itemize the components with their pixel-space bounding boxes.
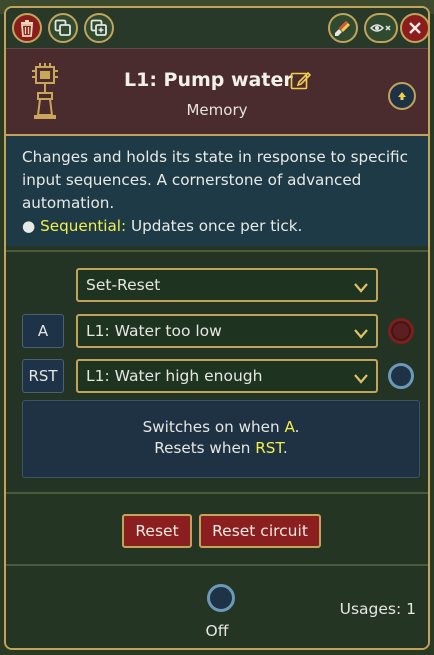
- port-rst-label: RST: [22, 359, 64, 393]
- input-a-dropdown[interactable]: L1: Water too low: [76, 314, 378, 348]
- delete-button[interactable]: [12, 13, 42, 43]
- trash-icon: [19, 19, 35, 37]
- input-a-indicator: [388, 318, 414, 344]
- paintbrush-icon: [334, 19, 352, 37]
- panel-header: L1: Pump water Memory: [6, 48, 428, 136]
- circuit-config: Set-Reset A L1: Water too low RST L1: Wa…: [6, 250, 428, 490]
- usages-count: Usages: 1: [339, 600, 416, 618]
- output-state-indicator: [207, 584, 235, 612]
- status-section: Off Usages: 1: [6, 564, 428, 648]
- port-a-label: A: [22, 314, 64, 348]
- copy-icon: [54, 19, 72, 37]
- info-line-1: Switches on when A.: [142, 418, 300, 436]
- chevron-down-icon: [354, 370, 368, 388]
- chevron-down-icon: [354, 325, 368, 343]
- sequential-description: Updates once per tick.: [130, 217, 303, 235]
- bullet: ●: [22, 217, 36, 235]
- duplicate-plus-icon: [90, 19, 108, 37]
- output-state-label: Off: [205, 622, 229, 640]
- duplicate-button[interactable]: [84, 13, 114, 43]
- info-line-2: Resets when RST.: [154, 439, 288, 457]
- visibility-button[interactable]: [364, 13, 398, 43]
- toolbar: [6, 8, 428, 48]
- input-rst-value: L1: Water high enough: [86, 367, 263, 385]
- close-x-icon: [408, 21, 422, 35]
- close-button[interactable]: [400, 13, 428, 43]
- copy-button[interactable]: [48, 13, 78, 43]
- description-text: Changes and holds its state in response …: [22, 148, 408, 212]
- actions-bar: Reset Reset circuit: [6, 492, 428, 562]
- arrow-up-icon: [396, 87, 408, 106]
- reset-circuit-button[interactable]: Reset circuit: [199, 514, 321, 548]
- input-rst-dropdown[interactable]: L1: Water high enough: [76, 359, 378, 393]
- sequential-tag: Sequential:: [40, 217, 127, 235]
- behavior-info-box: Switches on when A. Resets when RST.: [22, 400, 420, 478]
- page-subtitle: Memory: [186, 101, 248, 119]
- reset-button[interactable]: Reset: [122, 514, 192, 548]
- edit-pencil-icon[interactable]: [290, 69, 312, 95]
- input-rst-indicator: [388, 363, 414, 389]
- page-title: L1: Pump water: [124, 69, 293, 91]
- eye-x-icon: [370, 21, 392, 35]
- building-panel: L1: Pump water Memory Changes and holds …: [4, 6, 430, 650]
- collapse-description-button[interactable]: [388, 82, 416, 110]
- mode-dropdown[interactable]: Set-Reset: [76, 268, 378, 302]
- chevron-down-icon: [354, 279, 368, 297]
- description-panel: Changes and holds its state in response …: [6, 136, 428, 246]
- paint-button[interactable]: [328, 13, 358, 43]
- input-a-value: L1: Water too low: [86, 322, 222, 340]
- mode-value: Set-Reset: [86, 276, 161, 294]
